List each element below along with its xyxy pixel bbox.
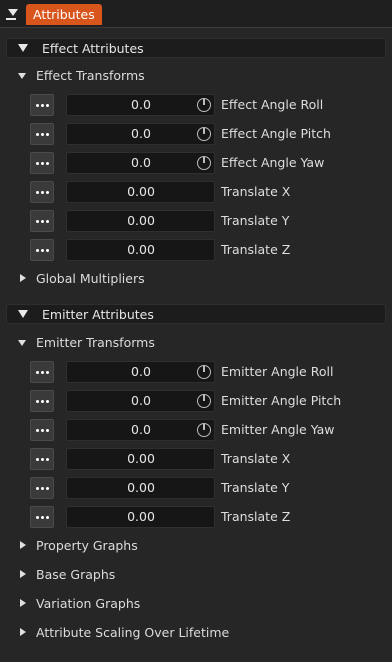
emitter-angle-pitch-field[interactable]: 0.0: [66, 390, 215, 412]
effect-translate-x-field[interactable]: 0.00: [66, 181, 215, 203]
collapsed-triangle-icon: [20, 570, 26, 578]
group-attribute-scaling-label: Attribute Scaling Over Lifetime: [36, 625, 230, 640]
more-options-button[interactable]: [30, 152, 54, 174]
emitter-translate-x-field[interactable]: 0.00: [66, 448, 215, 470]
more-options-button[interactable]: [30, 361, 54, 383]
collapsed-triangle-icon: [20, 628, 26, 636]
expand-triangle-icon: [18, 44, 28, 52]
collapse-panel-icon[interactable]: [8, 9, 18, 16]
section-emitter-attributes[interactable]: Emitter Attributes: [6, 304, 386, 324]
emitter-angle-pitch-label: Emitter Angle Pitch: [221, 393, 342, 408]
effect-translate-y-row: 0.00 Translate Y: [0, 210, 392, 233]
emitter-translate-x-label: Translate X: [221, 451, 291, 466]
effect-angle-pitch-field[interactable]: 0.0: [66, 123, 215, 145]
more-options-button[interactable]: [30, 448, 54, 470]
emitter-angle-roll-label: Emitter Angle Roll: [221, 364, 334, 379]
effect-angle-yaw-value: 0.0: [131, 155, 151, 170]
effect-translate-x-value: 0.00: [127, 184, 155, 199]
emitter-translate-y-value: 0.00: [127, 480, 155, 495]
expand-triangle-icon: [18, 340, 26, 346]
emitter-translate-y-label: Translate Y: [221, 480, 290, 495]
effect-angle-roll-row: 0.0 Effect Angle Roll: [0, 94, 392, 117]
effect-translate-y-field[interactable]: 0.00: [66, 210, 215, 232]
more-options-button[interactable]: [30, 477, 54, 499]
angle-dial-icon[interactable]: [197, 365, 211, 379]
effect-translate-z-row: 0.00 Translate Z: [0, 239, 392, 262]
more-options-button[interactable]: [30, 181, 54, 203]
expand-triangle-icon: [18, 310, 28, 318]
collapse-panel-icon-bar: [6, 18, 16, 20]
emitter-angle-yaw-label: Emitter Angle Yaw: [221, 422, 335, 437]
emitter-translate-x-row: 0.00 Translate X: [0, 448, 392, 471]
more-options-button[interactable]: [30, 94, 54, 116]
angle-dial-icon[interactable]: [197, 423, 211, 437]
emitter-translate-z-field[interactable]: 0.00: [66, 506, 215, 528]
emitter-angle-roll-value: 0.0: [131, 364, 151, 379]
effect-translate-y-value: 0.00: [127, 213, 155, 228]
emitter-translate-z-label: Translate Z: [221, 509, 291, 524]
collapsed-triangle-icon: [20, 599, 26, 607]
more-options-button[interactable]: [30, 239, 54, 261]
group-emitter-transforms-label: Emitter Transforms: [36, 335, 155, 350]
emitter-translate-z-value: 0.00: [127, 509, 155, 524]
emitter-translate-x-value: 0.00: [127, 451, 155, 466]
effect-translate-z-value: 0.00: [127, 242, 155, 257]
more-options-button[interactable]: [30, 506, 54, 528]
group-base-graphs-label: Base Graphs: [36, 567, 116, 582]
effect-angle-pitch-row: 0.0 Effect Angle Pitch: [0, 123, 392, 146]
tab-attributes[interactable]: Attributes: [26, 4, 102, 25]
effect-translate-x-row: 0.00 Translate X: [0, 181, 392, 204]
section-emitter-attributes-label: Emitter Attributes: [42, 307, 154, 322]
effect-translate-z-label: Translate Z: [221, 242, 291, 257]
emitter-angle-pitch-value: 0.0: [131, 393, 151, 408]
effect-angle-roll-field[interactable]: 0.0: [66, 94, 215, 116]
emitter-translate-y-field[interactable]: 0.00: [66, 477, 215, 499]
emitter-angle-roll-field[interactable]: 0.0: [66, 361, 215, 383]
collapsed-triangle-icon: [20, 541, 26, 549]
effect-translate-x-label: Translate X: [221, 184, 291, 199]
angle-dial-icon[interactable]: [197, 98, 211, 112]
more-options-button[interactable]: [30, 123, 54, 145]
group-variation-graphs-label: Variation Graphs: [36, 596, 141, 611]
emitter-translate-z-row: 0.00 Translate Z: [0, 506, 392, 529]
more-options-button[interactable]: [30, 210, 54, 232]
angle-dial-icon[interactable]: [197, 156, 211, 170]
effect-translate-y-label: Translate Y: [221, 213, 290, 228]
more-options-button[interactable]: [30, 419, 54, 441]
expand-triangle-icon: [18, 73, 26, 79]
effect-angle-yaw-row: 0.0 Effect Angle Yaw: [0, 152, 392, 175]
emitter-angle-roll-row: 0.0 Emitter Angle Roll: [0, 361, 392, 384]
emitter-angle-yaw-row: 0.0 Emitter Angle Yaw: [0, 419, 392, 442]
collapsed-triangle-icon: [20, 274, 26, 282]
emitter-angle-yaw-field[interactable]: 0.0: [66, 419, 215, 441]
effect-angle-roll-value: 0.0: [131, 97, 151, 112]
group-effect-transforms-label: Effect Transforms: [36, 68, 145, 83]
effect-angle-yaw-field[interactable]: 0.0: [66, 152, 215, 174]
group-global-multipliers-label: Global Multipliers: [36, 271, 145, 286]
emitter-translate-y-row: 0.00 Translate Y: [0, 477, 392, 500]
angle-dial-icon[interactable]: [197, 394, 211, 408]
panel-topbar: Attributes: [0, 0, 392, 28]
effect-angle-pitch-value: 0.0: [131, 126, 151, 141]
emitter-angle-yaw-value: 0.0: [131, 422, 151, 437]
emitter-angle-pitch-row: 0.0 Emitter Angle Pitch: [0, 390, 392, 413]
group-property-graphs-label: Property Graphs: [36, 538, 138, 553]
more-options-button[interactable]: [30, 390, 54, 412]
effect-angle-yaw-label: Effect Angle Yaw: [221, 155, 325, 170]
effect-angle-roll-label: Effect Angle Roll: [221, 97, 324, 112]
effect-translate-z-field[interactable]: 0.00: [66, 239, 215, 261]
angle-dial-icon[interactable]: [197, 127, 211, 141]
section-effect-attributes-label: Effect Attributes: [42, 41, 144, 56]
effect-angle-pitch-label: Effect Angle Pitch: [221, 126, 331, 141]
section-effect-attributes[interactable]: Effect Attributes: [6, 38, 386, 58]
